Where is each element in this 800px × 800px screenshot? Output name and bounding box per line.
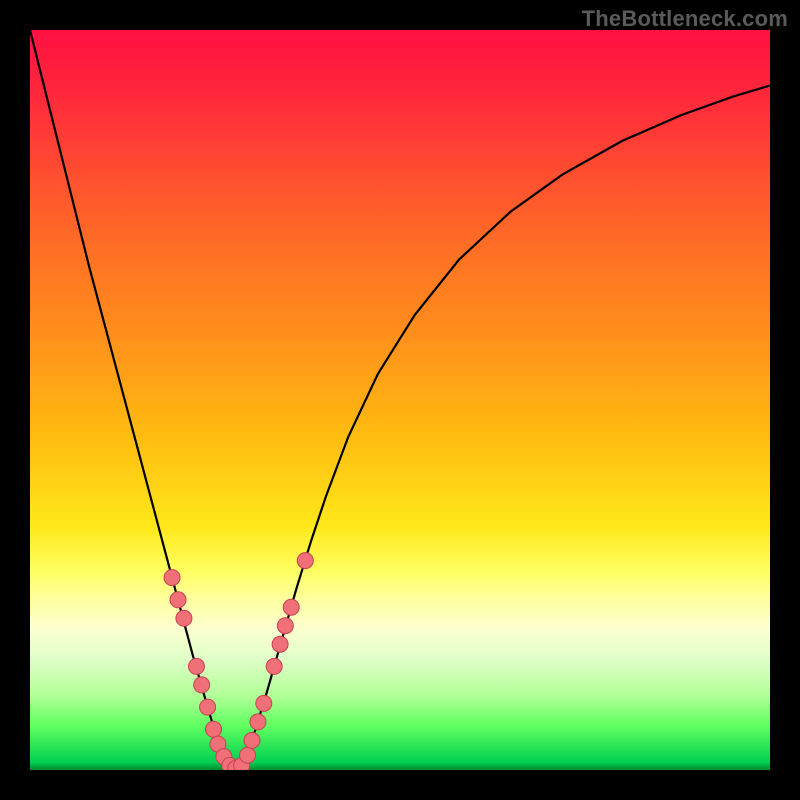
chart-frame: TheBottleneck.com bbox=[0, 0, 800, 800]
marker-dot bbox=[250, 714, 266, 730]
marker-dot bbox=[170, 592, 186, 608]
plot-area bbox=[30, 30, 770, 770]
marker-dot bbox=[189, 658, 205, 674]
marker-dot bbox=[240, 747, 256, 763]
marker-dot bbox=[297, 553, 313, 569]
marker-dot bbox=[200, 699, 216, 715]
marker-dot bbox=[244, 732, 260, 748]
marker-dot bbox=[272, 636, 288, 652]
watermark-text: TheBottleneck.com bbox=[582, 6, 788, 32]
marker-dot bbox=[194, 677, 210, 693]
bottleneck-curve bbox=[30, 30, 770, 769]
marker-dot bbox=[206, 721, 222, 737]
marker-dot bbox=[164, 570, 180, 586]
marker-dot bbox=[283, 599, 299, 615]
marker-dot bbox=[277, 618, 293, 634]
curve-layer bbox=[30, 30, 770, 770]
data-markers bbox=[164, 553, 313, 770]
marker-dot bbox=[176, 610, 192, 626]
marker-dot bbox=[266, 658, 282, 674]
marker-dot bbox=[256, 695, 272, 711]
